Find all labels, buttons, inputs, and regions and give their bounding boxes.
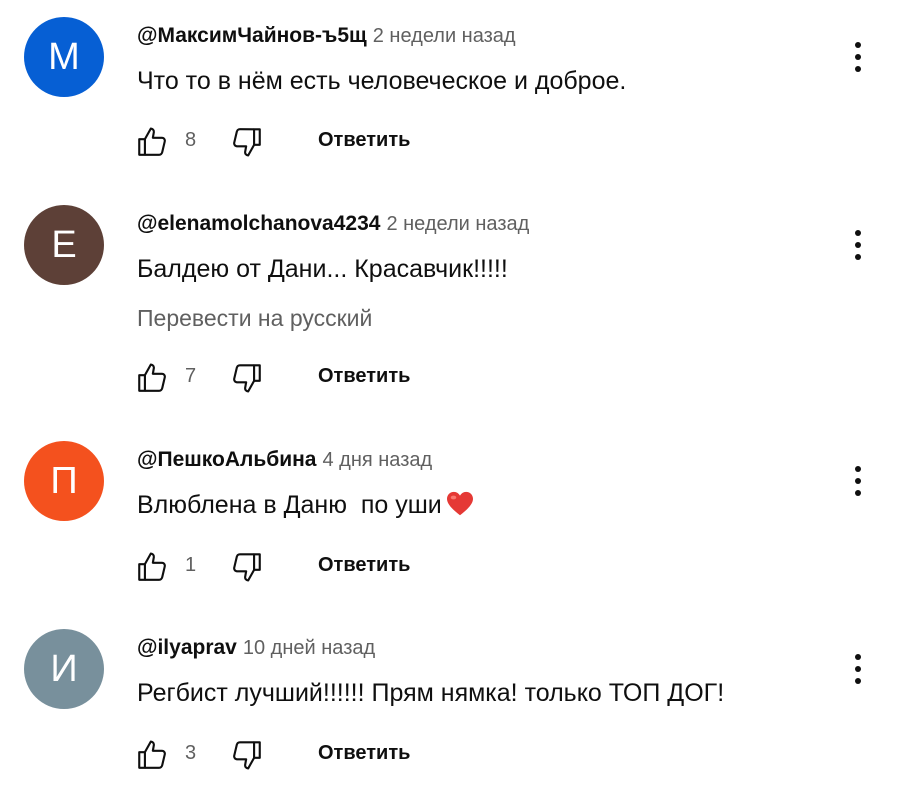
more-vertical-icon-dot: [855, 54, 861, 60]
avatar[interactable]: E: [24, 205, 104, 285]
avatar[interactable]: П: [24, 441, 104, 521]
dislike-button[interactable]: [223, 542, 271, 590]
comment-timestamp[interactable]: 2 недели назад: [386, 213, 529, 235]
comment-header: @МаксимЧайнов-ъ5щ 2 недели назад: [137, 21, 516, 53]
like-count: 3: [185, 742, 197, 764]
reply-button[interactable]: Ответить: [318, 738, 410, 768]
thumbs-up-icon: [138, 552, 166, 581]
more-vertical-icon-dot: [855, 490, 861, 496]
comment-menu-button[interactable]: [840, 33, 876, 81]
thumbs-up-icon: [138, 740, 166, 769]
more-vertical-icon-dot: [855, 254, 861, 260]
comment-author[interactable]: @ilyaprav: [137, 636, 237, 659]
thumbs-up-icon: [138, 363, 166, 392]
comment-actions: 1 Ответить: [128, 542, 448, 590]
like-count: 7: [185, 365, 197, 387]
like-button[interactable]: [128, 353, 176, 401]
avatar[interactable]: М: [24, 17, 104, 97]
comment-author[interactable]: @elenamolchanova4234: [137, 212, 380, 235]
thumbs-down-icon: [233, 128, 261, 157]
comment-timestamp[interactable]: 4 дня назад: [322, 449, 432, 471]
comment-actions: 8 Ответить: [128, 117, 448, 165]
reply-button[interactable]: Ответить: [318, 361, 410, 391]
comment-timestamp[interactable]: 10 дней назад: [243, 637, 375, 659]
red-heart-emoji: [446, 491, 473, 516]
more-vertical-icon: [855, 466, 861, 472]
thumbs-down-icon: [233, 741, 261, 770]
more-vertical-icon: [855, 654, 861, 660]
reply-button[interactable]: Ответить: [318, 125, 410, 155]
comment-header: @ilyaprav 10 дней назад: [137, 633, 375, 665]
more-vertical-icon-dot: [855, 678, 861, 684]
more-vertical-icon-dot: [855, 666, 861, 672]
like-button[interactable]: [128, 117, 176, 165]
like-count: 1: [185, 554, 197, 576]
comment-menu-button[interactable]: [840, 457, 876, 505]
thumbs-down-icon: [233, 553, 261, 582]
like-count: 8: [185, 129, 197, 151]
dislike-button[interactable]: [223, 730, 271, 778]
avatar[interactable]: И: [24, 629, 104, 709]
dislike-button[interactable]: [223, 117, 271, 165]
like-button[interactable]: [128, 730, 176, 778]
comment-text: Регбист лучший!!!!!! Прям нямка! только …: [137, 679, 725, 707]
reply-button[interactable]: Ответить: [318, 550, 410, 580]
comment-text-line: Влюблена в Даню по уши: [137, 488, 474, 522]
comment-author[interactable]: @ПешкоАльбина: [137, 448, 316, 471]
comment-author[interactable]: @МаксимЧайнов-ъ5щ: [137, 24, 367, 47]
thumbs-down-icon: [233, 364, 261, 393]
comment-item: П @ПешкоАльбина 4 дня назад Влюблена в Да…: [0, 424, 902, 612]
comment-timestamp[interactable]: 2 недели назад: [373, 25, 516, 47]
comment-item: И @ilyaprav 10 дней назад Регбист лучший!…: [0, 612, 902, 786]
comment-item: E @elenamolchanova4234 2 недели назад Бал…: [0, 188, 902, 422]
more-vertical-icon-dot: [855, 478, 861, 484]
translate-link[interactable]: Перевести на русский: [137, 303, 372, 333]
more-vertical-icon: [855, 42, 861, 48]
more-vertical-icon-dot: [855, 242, 861, 248]
comment-header: @elenamolchanova4234 2 недели назад: [137, 209, 529, 241]
comment-text: Влюблена в Даню по уши: [137, 491, 442, 519]
comment-actions: 3 Ответить: [128, 730, 448, 778]
like-button[interactable]: [128, 542, 176, 590]
comment-item: М @МаксимЧайнов-ъ5щ 2 недели назад Что то…: [0, 0, 902, 188]
comment-header: @ПешкоАльбина 4 дня назад: [137, 445, 432, 477]
dislike-button[interactable]: [223, 353, 271, 401]
comment-text: Что то в нём есть человеческое и доброе.: [137, 67, 627, 95]
more-vertical-icon-dot: [855, 66, 861, 72]
comment-actions: 7 Ответить: [128, 353, 448, 401]
comment-menu-button[interactable]: [840, 221, 876, 269]
thumbs-up-icon: [138, 127, 166, 156]
comment-menu-button[interactable]: [840, 645, 876, 693]
more-vertical-icon: [855, 230, 861, 236]
comment-text: Балдею от Дани... Красавчик!!!!!: [137, 255, 508, 283]
